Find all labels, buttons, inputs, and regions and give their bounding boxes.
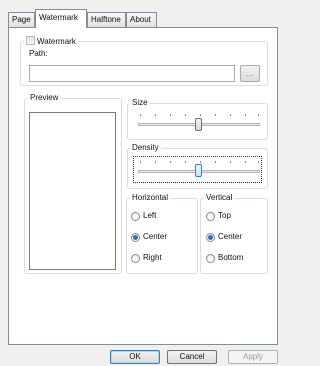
density-tick — [140, 161, 141, 163]
radio-top[interactable] — [206, 212, 215, 221]
vertical-label: Vertical — [204, 193, 235, 203]
size-tick — [258, 114, 259, 116]
radio-top-label[interactable]: Top — [218, 211, 231, 221]
density-tick — [215, 161, 216, 163]
size-tick — [140, 114, 141, 116]
tab-panel-watermark: Watermark Path: ... Preview Size Density — [8, 27, 278, 345]
tab-about[interactable]: About — [126, 12, 157, 27]
browse-button[interactable]: ... — [240, 65, 260, 82]
radio-bottom-label[interactable]: Bottom — [218, 253, 243, 263]
density-tick — [245, 161, 246, 163]
cancel-button[interactable]: Cancel — [167, 350, 217, 364]
density-slider-thumb[interactable] — [195, 164, 202, 177]
size-tick — [215, 114, 216, 116]
watermark-checkbox-row[interactable]: Watermark — [24, 36, 78, 47]
size-tick — [200, 114, 201, 116]
radio-h-center-label[interactable]: Center — [143, 232, 167, 242]
radio-right[interactable] — [131, 254, 140, 263]
path-label: Path: — [29, 49, 48, 58]
radio-v-center-label[interactable]: Center — [218, 232, 242, 242]
density-tick — [230, 161, 231, 163]
size-tick — [155, 114, 156, 116]
tab-halftone[interactable]: Halftone — [87, 12, 126, 27]
apply-button[interactable]: Apply — [228, 350, 278, 364]
ok-button[interactable]: OK — [110, 350, 160, 364]
watermark-checkbox-label[interactable]: Watermark — [37, 37, 76, 46]
size-slider-thumb[interactable] — [195, 118, 202, 131]
tab-page[interactable]: Page — [8, 12, 35, 27]
density-tick — [185, 161, 186, 163]
path-input[interactable] — [29, 65, 235, 82]
size-group: Size — [127, 98, 268, 140]
radio-right-label[interactable]: Right — [143, 253, 162, 263]
radio-left[interactable] — [131, 212, 140, 221]
horizontal-label: Horizontal — [130, 193, 171, 203]
size-tick — [170, 114, 171, 116]
size-tick — [245, 114, 246, 116]
density-group: Density — [127, 143, 268, 189]
density-tick — [155, 161, 156, 163]
preview-box — [29, 112, 116, 270]
preview-label: Preview — [28, 93, 61, 103]
size-tick — [185, 114, 186, 116]
radio-left-label[interactable]: Left — [143, 211, 156, 221]
density-tick — [258, 161, 259, 163]
size-label: Size — [130, 98, 150, 108]
horizontal-group: Horizontal Left Center Right — [126, 193, 198, 274]
watermark-checkbox[interactable] — [26, 36, 35, 45]
size-tick — [230, 114, 231, 116]
density-label: Density — [130, 143, 161, 153]
density-tick — [200, 161, 201, 163]
radio-bottom[interactable] — [206, 254, 215, 263]
radio-v-center[interactable] — [206, 233, 215, 242]
vertical-group: Vertical Top Center Bottom — [200, 193, 268, 274]
radio-h-center[interactable] — [131, 233, 140, 242]
tab-watermark[interactable]: Watermark — [35, 9, 87, 28]
density-tick — [170, 161, 171, 163]
preview-group: Preview — [24, 93, 122, 274]
